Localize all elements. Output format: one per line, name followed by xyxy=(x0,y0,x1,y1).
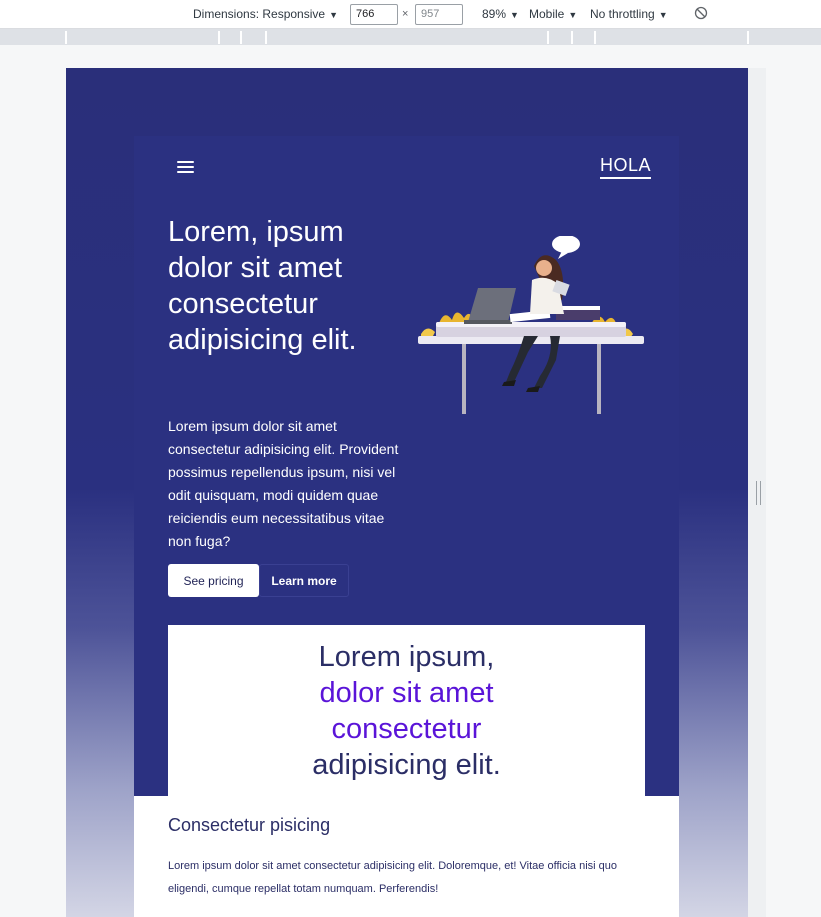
device-type-dropdown[interactable]: Mobile ▼ xyxy=(529,7,577,21)
ruler-breakpoint xyxy=(265,31,267,44)
page-container: HOLA Lorem, ipsum dolor sit amet consect… xyxy=(134,136,679,917)
ruler-breakpoint xyxy=(747,31,749,44)
zoom-dropdown[interactable]: 89% ▼ xyxy=(482,7,519,21)
ruler-breakpoint xyxy=(65,31,67,44)
see-pricing-button[interactable]: See pricing xyxy=(168,564,259,597)
ruler-breakpoint xyxy=(547,31,549,44)
quote-line: Lorem ipsum, xyxy=(318,641,495,673)
ruler-breakpoint xyxy=(218,31,220,44)
section-title: Consectetur pisicing xyxy=(168,815,331,835)
chevron-down-icon: ▼ xyxy=(510,10,519,20)
chevron-down-icon: ▼ xyxy=(658,10,668,20)
brand-logo-link[interactable]: HOLA xyxy=(600,155,652,179)
dimensions-label: Dimensions: Responsive xyxy=(193,7,326,21)
rotate-icon[interactable] xyxy=(694,6,708,20)
ruler-breakpoint xyxy=(240,31,242,44)
resize-handle-icon[interactable] xyxy=(756,481,761,505)
hero-description: Lorem ipsum dolor sit amet consectetur a… xyxy=(168,418,399,549)
quote-line: adipisicing elit. xyxy=(312,749,501,781)
emulated-viewport: HOLA Lorem, ipsum dolor sit amet consect… xyxy=(66,68,748,917)
woman-at-desk-illustration xyxy=(418,236,644,414)
hero-title: Lorem, ipsum dolor sit amet consectetur … xyxy=(168,216,357,356)
width-input[interactable]: 766 xyxy=(350,4,398,25)
media-query-ruler[interactable] xyxy=(0,29,821,45)
ruler-breakpoint xyxy=(594,31,596,44)
section-description: Lorem ipsum dolor sit amet consectetur a… xyxy=(168,860,617,895)
times-separator: × xyxy=(402,8,409,20)
throttling-dropdown[interactable]: No throttling ▼ xyxy=(590,7,668,21)
ruler-breakpoint xyxy=(571,31,573,44)
chevron-down-icon: ▼ xyxy=(329,10,338,20)
dimensions-dropdown[interactable]: Dimensions: Responsive ▼ xyxy=(193,7,338,21)
quote-line-accent: consectetur xyxy=(331,713,482,745)
hamburger-menu-icon[interactable] xyxy=(177,160,195,174)
devtools-device-toolbar: Dimensions: Responsive ▼ 766 × 957 89% ▼ M… xyxy=(0,0,821,29)
device-type-label: Mobile xyxy=(529,7,565,21)
quote-line-accent: dolor sit amet xyxy=(319,677,494,709)
zoom-label: 89% xyxy=(482,7,507,21)
quote-card: Lorem ipsum, dolor sit amet consectetur … xyxy=(168,625,645,796)
throttling-label: No throttling xyxy=(590,7,655,21)
learn-more-button[interactable]: Learn more xyxy=(259,564,349,597)
height-input[interactable]: 957 xyxy=(415,4,463,25)
chevron-down-icon: ▼ xyxy=(568,10,578,20)
